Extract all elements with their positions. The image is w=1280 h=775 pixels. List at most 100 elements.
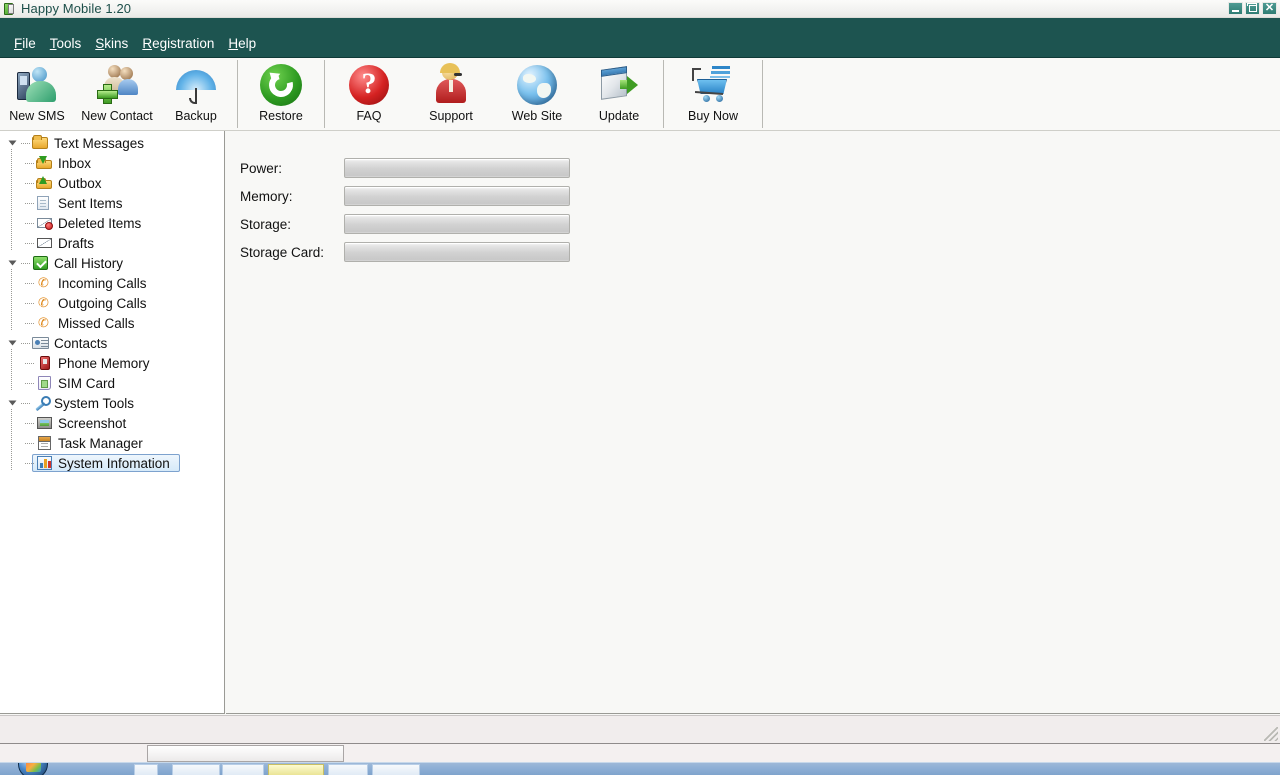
- toolbar-button-support[interactable]: Support: [408, 58, 494, 130]
- wrench-icon: [32, 395, 51, 411]
- tree-node-inbox[interactable]: Inbox: [0, 153, 224, 173]
- tree-node-screenshot[interactable]: Screenshot: [0, 413, 224, 433]
- tree-connector-dash: [22, 313, 36, 333]
- tree-connector-dash: [18, 133, 32, 153]
- tree-node-sent-items[interactable]: Sent Items: [0, 193, 224, 213]
- cellphone-icon: [36, 355, 54, 371]
- toolbar-button-restore[interactable]: Restore: [243, 58, 319, 130]
- tree-node-label: Missed Calls: [58, 315, 135, 331]
- toolbar-button-faq[interactable]: ? FAQ: [330, 58, 408, 130]
- question-mark-icon: ?: [346, 62, 392, 108]
- expander-icon[interactable]: [6, 253, 18, 273]
- support-agent-icon: [428, 62, 474, 108]
- tree-node-outbox[interactable]: Outbox: [0, 173, 224, 193]
- toolbar-label: Restore: [259, 109, 303, 123]
- expander-icon[interactable]: [6, 333, 18, 353]
- windows-taskbar: [0, 762, 1280, 775]
- taskbar-task[interactable]: [172, 764, 220, 775]
- expander-icon[interactable]: [6, 393, 18, 413]
- taskbar-task[interactable]: [328, 764, 368, 775]
- info-row-storage-card: Storage Card:: [226, 241, 570, 263]
- window-title: Happy Mobile 1.20: [21, 1, 132, 16]
- start-button-orb[interactable]: [18, 763, 48, 775]
- tree-node-phone-memory[interactable]: Phone Memory: [0, 353, 224, 373]
- minimize-button[interactable]: [1228, 2, 1243, 15]
- menu-item-help[interactable]: Help: [222, 34, 264, 53]
- tree-connector-dash: [22, 353, 36, 373]
- tree-node-drafts[interactable]: Drafts: [0, 233, 224, 253]
- toolbar-label: Update: [598, 109, 640, 123]
- toolbar-label: New Contact: [81, 109, 153, 123]
- menu-item-skins[interactable]: Skins: [89, 34, 136, 53]
- memory-label: Memory:: [240, 188, 293, 204]
- taskbar-task[interactable]: [134, 764, 158, 775]
- tree-node-system-information[interactable]: System Infomation: [0, 453, 224, 473]
- tray-text-input[interactable]: [147, 745, 344, 762]
- menu-mnemonic: F: [14, 36, 23, 51]
- toolbar-label: New SMS: [9, 109, 65, 123]
- tree-connector-dash: [22, 453, 36, 473]
- memory-progress-bar: [344, 186, 570, 206]
- tree-connector-dash: [22, 413, 36, 433]
- tree-connector-dash: [18, 253, 32, 273]
- tree-node-sim-card[interactable]: SIM Card: [0, 373, 224, 393]
- toolbar-button-backup[interactable]: Backup: [160, 58, 232, 130]
- taskbar-task[interactable]: [222, 764, 264, 775]
- menu-mnemonic: T: [49, 36, 57, 51]
- tree-connector-dash: [22, 293, 36, 313]
- tree-node-text-messages[interactable]: Text Messages: [0, 133, 224, 153]
- green-check-icon: [32, 255, 50, 271]
- toolbar-button-web-site[interactable]: Web Site: [494, 58, 580, 130]
- storage-label: Storage:: [240, 216, 292, 232]
- tree-node-system-tools[interactable]: System Tools: [0, 393, 224, 413]
- phone-handset-icon: ✆: [38, 315, 49, 330]
- tree-connector-dash: [22, 153, 36, 173]
- tree-node-contacts[interactable]: Contacts: [0, 333, 224, 353]
- arrow-up-icon: [36, 175, 54, 191]
- app-icon: [2, 2, 16, 16]
- menu-mnemonic: S: [95, 36, 105, 51]
- tree-node-task-manager[interactable]: Task Manager: [0, 433, 224, 453]
- resize-grip[interactable]: [1264, 727, 1278, 741]
- arrow-down-icon: [36, 155, 54, 171]
- toolbar-separator: [762, 60, 763, 128]
- tree-node-label: Contacts: [54, 335, 108, 351]
- tree-node-label: Task Manager: [58, 435, 143, 451]
- restore-refresh-icon: [258, 62, 304, 108]
- expander-icon[interactable]: [6, 133, 18, 153]
- taskbar-task[interactable]: [372, 764, 420, 775]
- close-button[interactable]: ✕: [1262, 2, 1277, 15]
- screenshot-icon: [36, 415, 54, 431]
- toolbar-label: Web Site: [511, 109, 563, 123]
- tree-node-call-history[interactable]: Call History: [0, 253, 224, 273]
- toolbar-button-update[interactable]: Update: [580, 58, 658, 130]
- toolbar-button-new-contact[interactable]: New Contact: [74, 58, 160, 130]
- info-row-power: Power:: [226, 157, 570, 179]
- tree-node-label: Inbox: [58, 155, 92, 171]
- tree-node-missed-calls[interactable]: ✆ Missed Calls: [0, 313, 224, 333]
- tree-node-outgoing-calls[interactable]: ✆ Outgoing Calls: [0, 293, 224, 313]
- menu-item-file[interactable]: File: [8, 34, 44, 53]
- maximize-button[interactable]: [1245, 2, 1260, 15]
- toolbar-button-new-sms[interactable]: New SMS: [0, 58, 74, 130]
- tree-node-incoming-calls[interactable]: ✆ Incoming Calls: [0, 273, 224, 293]
- application-window: Happy Mobile 1.20 ✕ File Tools Skins Reg…: [0, 0, 1280, 775]
- tree-node-label: Outbox: [58, 175, 102, 191]
- deleted-mail-icon: [36, 215, 54, 231]
- navigation-tree[interactable]: Text Messages Inbox Outbox Sent Items De…: [0, 131, 225, 714]
- tree-node-label: Text Messages: [54, 135, 145, 151]
- menu-item-tools[interactable]: Tools: [44, 34, 90, 53]
- toolbar-label: Support: [429, 109, 473, 123]
- new-sms-icon: [14, 62, 60, 108]
- status-bar: [0, 715, 1280, 744]
- update-download-icon: [596, 62, 642, 108]
- taskbar-task[interactable]: [268, 764, 324, 775]
- menu-rest: egistration: [152, 36, 215, 51]
- toolbar-button-buy-now[interactable]: Buy Now: [669, 58, 757, 130]
- contact-card-icon: [32, 335, 50, 351]
- tree-connector-dash: [22, 193, 36, 213]
- tree-connector-dash: [18, 333, 32, 353]
- menu-item-registration[interactable]: Registration: [136, 34, 222, 53]
- tree-node-deleted-items[interactable]: Deleted Items: [0, 213, 224, 233]
- menu-rest: kins: [104, 36, 129, 51]
